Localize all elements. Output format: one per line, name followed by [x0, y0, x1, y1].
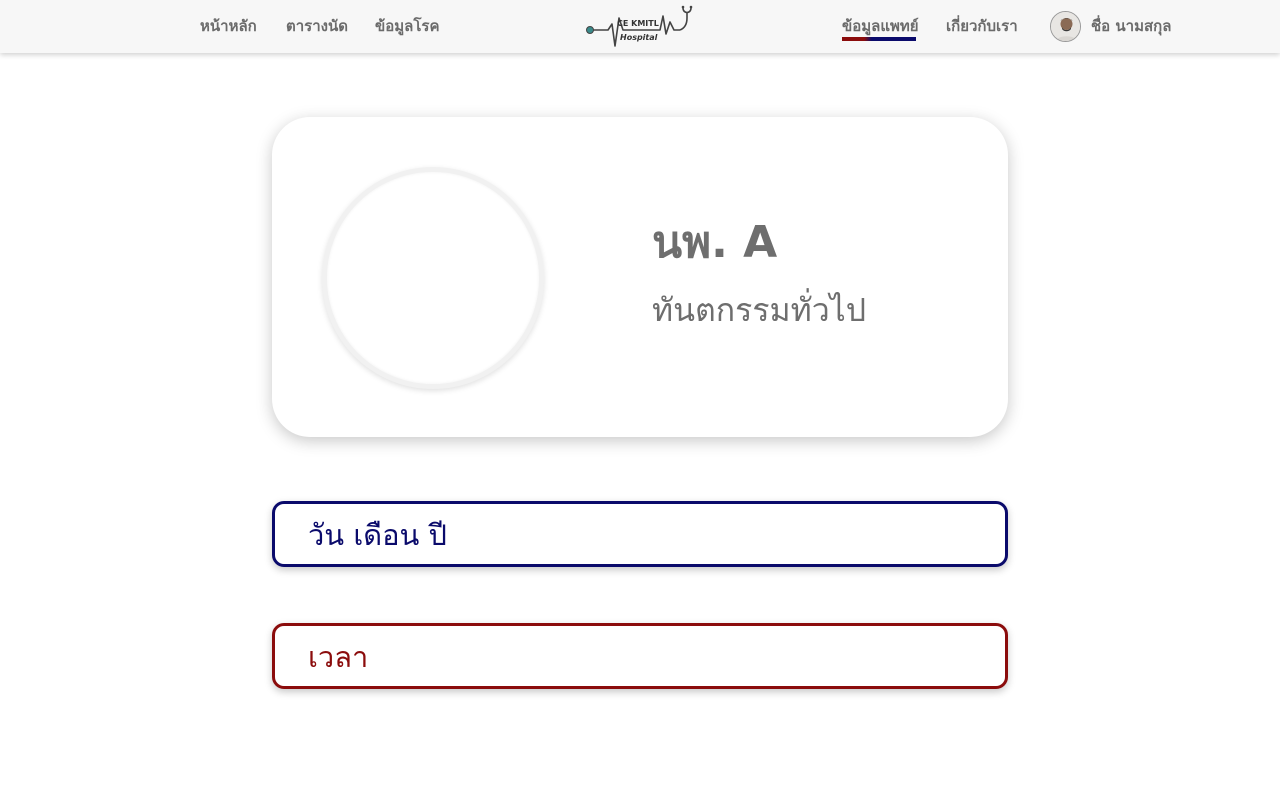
- logo-text-line2: Hospital: [620, 33, 658, 42]
- time-field[interactable]: เวลา: [272, 623, 1008, 689]
- date-field[interactable]: วัน เดือน ปี: [272, 501, 1008, 567]
- nav-home-link[interactable]: หน้าหลัก: [200, 15, 257, 37]
- active-nav-underline: [842, 37, 916, 41]
- nav-about-link[interactable]: เกี่ยวกับเรา: [946, 15, 1018, 37]
- user-menu[interactable]: ชื่อ นามสกุล: [1050, 10, 1171, 42]
- doctor-specialty: ทันตกรรมทั่วไป: [652, 291, 867, 329]
- hospital-logo[interactable]: CE KMITL Hospital: [584, 4, 696, 50]
- doctor-photo-placeholder: [322, 167, 544, 389]
- doctor-name: นพ. A: [652, 217, 778, 268]
- nav-doctors-link[interactable]: ข้อมูลแพทย์: [842, 15, 919, 37]
- user-name[interactable]: ชื่อ นามสกุล: [1091, 14, 1171, 38]
- top-navbar: หน้าหลัก ตารางนัด ข้อมูลโรค CE KMITL Hos…: [0, 0, 1280, 53]
- date-field-label: วัน เดือน ปี: [308, 518, 447, 552]
- nav-diseases-link[interactable]: ข้อมูลโรค: [375, 15, 440, 37]
- logo-text-line1: CE KMITL: [617, 19, 659, 28]
- nav-appointments-link[interactable]: ตารางนัด: [286, 15, 348, 37]
- time-field-label: เวลา: [308, 640, 369, 674]
- user-avatar-icon[interactable]: [1050, 10, 1081, 42]
- doctor-profile-card: นพ. A ทันตกรรมทั่วไป: [272, 117, 1008, 437]
